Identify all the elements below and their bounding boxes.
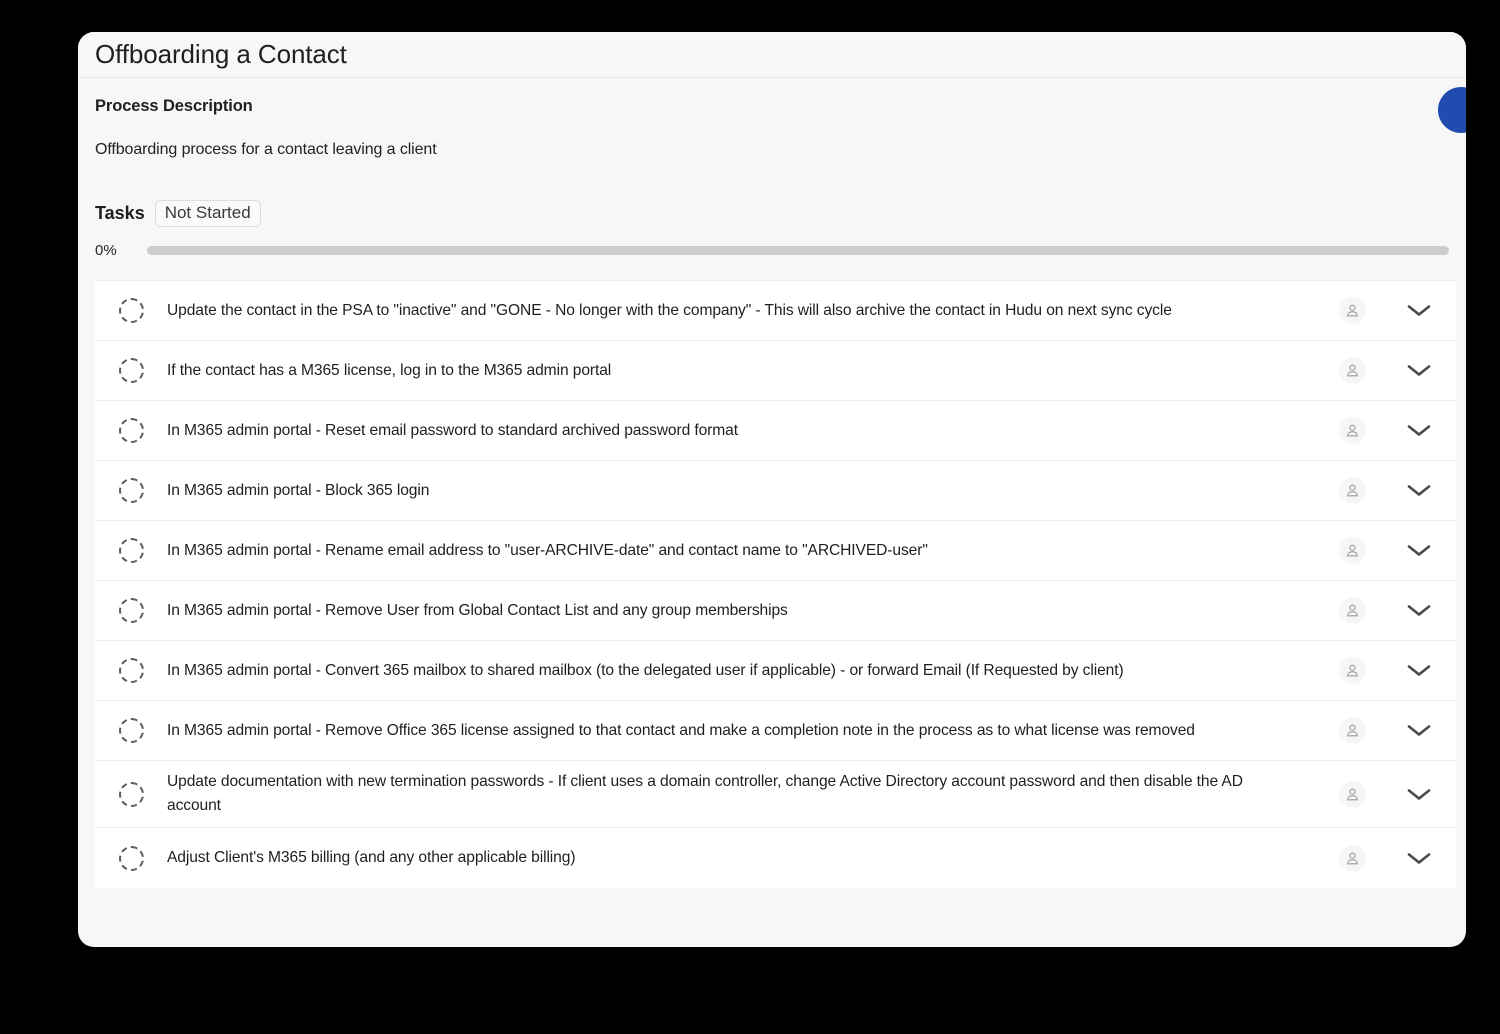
user-icon bbox=[1338, 717, 1366, 745]
task-label: In M365 admin portal - Rename email addr… bbox=[167, 541, 928, 559]
page-title: Offboarding a Contact bbox=[95, 39, 347, 69]
task-checkbox[interactable] bbox=[95, 718, 167, 744]
dashed-circle-icon bbox=[118, 478, 144, 504]
card-title-bar: Offboarding a Contact bbox=[78, 32, 1466, 78]
process-description-heading: Process Description bbox=[95, 97, 253, 115]
task-label: If the contact has a M365 license, log i… bbox=[167, 361, 612, 379]
dashed-circle-icon bbox=[118, 598, 144, 624]
dashed-circle-icon bbox=[118, 298, 144, 324]
task-row[interactable]: In M365 admin portal - Convert 365 mailb… bbox=[95, 641, 1456, 702]
task-row[interactable]: In M365 admin portal - Block 365 login bbox=[95, 461, 1456, 522]
chevron-down-icon bbox=[1407, 425, 1431, 437]
task-expand-button[interactable] bbox=[1382, 423, 1456, 438]
task-label: Update documentation with new terminatio… bbox=[167, 773, 1243, 815]
task-expand-button[interactable] bbox=[1382, 543, 1456, 558]
task-label: In M365 admin portal - Remove Office 365… bbox=[167, 721, 1195, 739]
chevron-down-icon bbox=[1407, 365, 1431, 377]
user-icon bbox=[1338, 417, 1366, 445]
task-expand-button[interactable] bbox=[1382, 663, 1456, 678]
tasks-label: Tasks bbox=[95, 203, 145, 224]
task-assignee-button[interactable] bbox=[1322, 417, 1382, 445]
user-icon bbox=[1338, 477, 1366, 505]
dashed-circle-icon bbox=[118, 781, 144, 807]
task-label: In M365 admin portal - Reset email passw… bbox=[167, 421, 738, 439]
progress-percent-label: 0% bbox=[95, 242, 117, 260]
chevron-down-icon bbox=[1407, 485, 1431, 497]
task-expand-button[interactable] bbox=[1382, 851, 1456, 866]
dashed-circle-icon bbox=[118, 658, 144, 684]
task-label: Adjust Client's M365 billing (and any ot… bbox=[167, 849, 576, 867]
chevron-down-icon bbox=[1407, 545, 1431, 557]
chevron-down-icon bbox=[1407, 605, 1431, 617]
task-checkbox[interactable] bbox=[95, 418, 167, 444]
task-row[interactable]: Update the contact in the PSA to "inacti… bbox=[95, 281, 1456, 342]
user-icon bbox=[1338, 657, 1366, 685]
task-assignee-button[interactable] bbox=[1322, 597, 1382, 625]
task-expand-button[interactable] bbox=[1382, 303, 1456, 318]
task-assignee-button[interactable] bbox=[1322, 844, 1382, 872]
task-assignee-button[interactable] bbox=[1322, 357, 1382, 385]
task-row[interactable]: If the contact has a M365 license, log i… bbox=[95, 341, 1456, 402]
task-checkbox[interactable] bbox=[95, 358, 167, 384]
task-expand-button[interactable] bbox=[1382, 787, 1456, 802]
task-checkbox[interactable] bbox=[95, 781, 167, 807]
task-row[interactable]: In M365 admin portal - Remove User from … bbox=[95, 581, 1456, 642]
process-description-text: Offboarding process for a contact leavin… bbox=[95, 141, 437, 158]
task-assignee-button[interactable] bbox=[1322, 657, 1382, 685]
user-icon bbox=[1338, 844, 1366, 872]
task-checkbox[interactable] bbox=[95, 298, 167, 324]
process-header: Process Description Offboarding process … bbox=[78, 78, 1466, 260]
user-icon bbox=[1338, 357, 1366, 385]
user-icon bbox=[1338, 780, 1366, 808]
progress-row: 0% bbox=[95, 242, 1466, 259]
task-label: In M365 admin portal - Convert 365 mailb… bbox=[167, 661, 1124, 679]
task-checkbox[interactable] bbox=[95, 478, 167, 504]
task-label: Update the contact in the PSA to "inacti… bbox=[167, 301, 1172, 319]
task-checkbox[interactable] bbox=[95, 658, 167, 684]
task-expand-button[interactable] bbox=[1382, 363, 1456, 378]
progress-bar bbox=[147, 246, 1449, 256]
task-expand-button[interactable] bbox=[1382, 723, 1456, 738]
user-icon bbox=[1338, 537, 1366, 565]
dashed-circle-icon bbox=[118, 358, 144, 384]
dashed-circle-icon bbox=[118, 845, 144, 871]
dashed-circle-icon bbox=[118, 418, 144, 444]
dashed-circle-icon bbox=[118, 538, 144, 564]
task-row[interactable]: Adjust Client's M365 billing (and any ot… bbox=[95, 828, 1456, 889]
task-row[interactable]: In M365 admin portal - Reset email passw… bbox=[95, 401, 1456, 462]
chevron-down-icon bbox=[1407, 853, 1431, 864]
status-badge: Not Started bbox=[154, 200, 261, 228]
task-assignee-button[interactable] bbox=[1322, 537, 1382, 565]
task-expand-button[interactable] bbox=[1382, 603, 1456, 618]
task-assignee-button[interactable] bbox=[1322, 780, 1382, 808]
task-assignee-button[interactable] bbox=[1322, 717, 1382, 745]
task-row[interactable]: In M365 admin portal - Rename email addr… bbox=[95, 521, 1456, 582]
dashed-circle-icon bbox=[118, 718, 144, 744]
task-assignee-button[interactable] bbox=[1322, 297, 1382, 325]
task-checkbox[interactable] bbox=[95, 598, 167, 624]
user-icon bbox=[1338, 297, 1366, 325]
task-label: In M365 admin portal - Block 365 login bbox=[167, 481, 430, 499]
task-row[interactable]: Update documentation with new terminatio… bbox=[95, 761, 1456, 829]
chevron-down-icon bbox=[1407, 789, 1431, 800]
user-icon bbox=[1338, 597, 1366, 625]
task-row[interactable]: In M365 admin portal - Remove Office 365… bbox=[95, 701, 1456, 762]
task-expand-button[interactable] bbox=[1382, 483, 1456, 498]
tasks-header-row: Tasks Not Started bbox=[95, 200, 1466, 228]
chevron-down-icon bbox=[1407, 665, 1431, 677]
task-checkbox[interactable] bbox=[95, 845, 167, 871]
task-label: In M365 admin portal - Remove User from … bbox=[167, 601, 788, 619]
task-checkbox[interactable] bbox=[95, 538, 167, 564]
task-list: Update the contact in the PSA to "inacti… bbox=[95, 280, 1456, 889]
process-card: Offboarding a Contact Process Descriptio… bbox=[78, 32, 1466, 947]
chevron-down-icon bbox=[1407, 725, 1431, 737]
task-assignee-button[interactable] bbox=[1322, 477, 1382, 505]
chevron-down-icon bbox=[1407, 305, 1431, 317]
